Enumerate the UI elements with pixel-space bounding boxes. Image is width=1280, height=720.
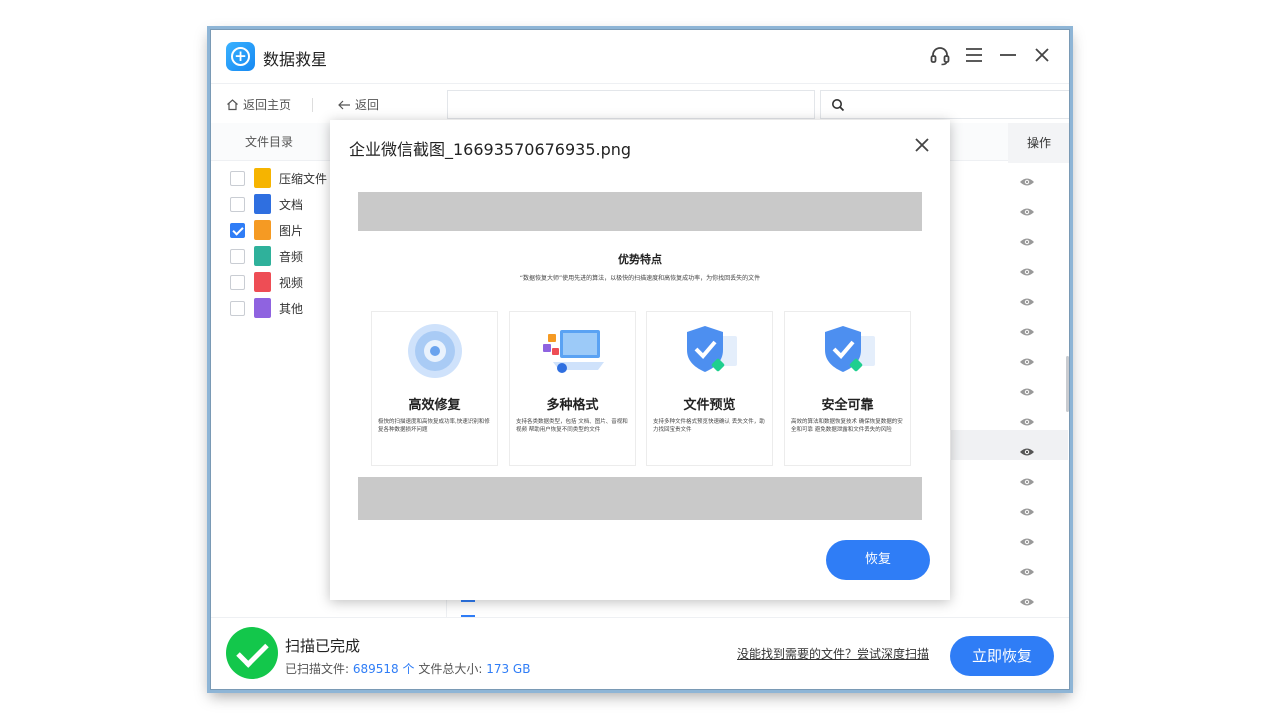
file-row-selected[interactable] xyxy=(951,430,1068,460)
eye-icon[interactable] xyxy=(1019,502,1035,516)
eye-icon[interactable] xyxy=(1019,532,1035,546)
scanned-count: 689518 个 xyxy=(352,662,415,676)
file-type-icon xyxy=(254,246,271,266)
file-type-icon xyxy=(254,194,271,214)
eye-icon[interactable] xyxy=(1019,472,1035,486)
feature-card: 高效修复 极快的扫描速度和高恢复成功率,快速识别和修复各种数据损坏问题 xyxy=(371,311,498,466)
category-checkbox[interactable] xyxy=(230,196,245,212)
eye-icon[interactable] xyxy=(1019,562,1035,576)
toolbar: 返回主页 返回 xyxy=(211,83,1069,123)
back-label: 返回 xyxy=(355,98,380,112)
eye-icon[interactable] xyxy=(1019,352,1035,366)
feature-card-desc: 极快的扫描速度和高恢复成功率,快速识别和修复各种数据损坏问题 xyxy=(378,419,490,433)
file-type-icon xyxy=(254,220,271,240)
shield-document-icon xyxy=(813,320,883,382)
eye-icon[interactable] xyxy=(1019,442,1035,456)
preview-subtitle: “数据恢复大师”使用先进的算法，以极快的扫描速度和高恢复成功率，为你找回丢失的文… xyxy=(519,275,761,282)
arrow-left-icon xyxy=(338,100,350,109)
search-input[interactable] xyxy=(820,90,1069,119)
category-checkbox[interactable] xyxy=(230,222,245,238)
path-field[interactable] xyxy=(447,90,815,119)
headset-icon[interactable] xyxy=(929,44,951,66)
back-button[interactable]: 返回 xyxy=(337,96,379,113)
feature-card-title: 安全可靠 xyxy=(821,398,874,413)
minimize-icon[interactable] xyxy=(997,44,1019,66)
scanned-label: 已扫描文件: xyxy=(285,662,350,676)
sidebar-item-label: 文档 xyxy=(279,197,304,212)
category-checkbox[interactable] xyxy=(230,170,245,186)
title-bar: 数据救星 xyxy=(211,30,1069,83)
eye-icon[interactable] xyxy=(1019,232,1035,246)
list-scrollbar[interactable] xyxy=(1066,356,1069,412)
preview-heading: 优势特点 xyxy=(618,253,662,266)
toolbar-divider xyxy=(312,98,313,112)
image-preview: 优势特点 “数据恢复大师”使用先进的算法，以极快的扫描速度和高恢复成功率，为你找… xyxy=(358,192,922,520)
feature-card: 安全可靠 高效的算法和数据恢复技术 确保恢复数据的安全和可靠 避免数据泄露和文件… xyxy=(784,311,911,466)
eye-icon[interactable] xyxy=(1019,172,1035,186)
check-circle-icon xyxy=(226,627,278,679)
home-icon xyxy=(227,99,238,111)
feature-card-desc: 支持多种文件格式预览快速确认 丢失文件，助力找回宝贵文件 xyxy=(653,419,765,433)
eye-icon[interactable] xyxy=(1019,292,1035,306)
scan-status-title: 扫描已完成 xyxy=(285,637,361,655)
back-home-button[interactable]: 返回主页 xyxy=(226,96,291,113)
preview-image-content: 优势特点 “数据恢复大师”使用先进的算法，以极快的扫描速度和高恢复成功率，为你找… xyxy=(358,231,922,477)
feature-card-desc: 高效的算法和数据恢复技术 确保恢复数据的安全和可靠 避免数据泄露和文件丢失的风险 xyxy=(791,419,903,433)
eye-icon[interactable] xyxy=(1019,202,1035,216)
feature-card: 多种格式 支持各类数据类型，包括 文档、图片、音视和视频 帮助用户恢复不同类型的… xyxy=(509,311,636,466)
eye-icon[interactable] xyxy=(1019,322,1035,336)
dialog-close-icon[interactable] xyxy=(912,135,932,155)
file-type-icon xyxy=(254,298,271,318)
recover-now-button[interactable]: 立即恢复 xyxy=(950,636,1054,676)
size-label: 文件总大小: xyxy=(418,662,483,676)
eye-icon[interactable] xyxy=(1019,592,1035,606)
status-bar: 扫描已完成 已扫描文件: 689518 个 文件总大小: 173 GB 没能找到… xyxy=(211,617,1069,689)
category-checkbox[interactable] xyxy=(230,300,245,316)
file-type-icon xyxy=(254,168,271,188)
app-title: 数据救星 xyxy=(263,50,328,69)
sidebar-item-label: 图片 xyxy=(279,223,304,238)
preview-dialog: 企业微信截图_16693570676935.png 优势特点 “数据恢复大师”使… xyxy=(330,120,950,600)
recover-button[interactable]: 恢复 xyxy=(826,540,930,580)
category-checkbox[interactable] xyxy=(230,248,245,264)
back-home-label: 返回主页 xyxy=(243,98,292,112)
disc-illustration-icon xyxy=(400,320,470,382)
feature-card-title: 多种格式 xyxy=(546,398,599,413)
scan-info: 已扫描文件: 689518 个 文件总大小: 173 GB xyxy=(285,660,530,677)
laptop-illustration-icon xyxy=(538,320,608,382)
shield-document-icon xyxy=(675,320,745,382)
close-icon[interactable] xyxy=(1031,44,1053,66)
size-value: 173 GB xyxy=(486,662,531,676)
feature-card-title: 高效修复 xyxy=(408,398,461,413)
dialog-title: 企业微信截图_16693570676935.png xyxy=(349,140,632,159)
app-logo-icon xyxy=(226,42,255,71)
menu-icon[interactable] xyxy=(963,44,985,66)
eye-icon[interactable] xyxy=(1019,412,1035,426)
feature-card-desc: 支持各类数据类型，包括 文档、图片、音视和视频 帮助用户恢复不同类型的文件 xyxy=(516,419,628,433)
eye-icon[interactable] xyxy=(1019,262,1035,276)
sidebar-item-label: 视频 xyxy=(279,275,304,290)
feature-card: 文件预览 支持多种文件格式预览快速确认 丢失文件，助力找回宝贵文件 xyxy=(646,311,773,466)
deep-scan-link[interactable]: 没能找到需要的文件？尝试深度扫描 xyxy=(737,645,929,662)
operation-column-header: 操作 xyxy=(1008,123,1069,163)
feature-card-title: 文件预览 xyxy=(683,398,736,413)
category-checkbox[interactable] xyxy=(230,274,245,290)
sidebar-item-label: 压缩文件 xyxy=(279,171,328,186)
row-checkbox[interactable] xyxy=(461,600,475,602)
eye-icon[interactable] xyxy=(1019,382,1035,396)
sidebar-item-label: 其他 xyxy=(279,301,304,316)
file-type-icon xyxy=(254,272,271,292)
sidebar-item-label: 音频 xyxy=(279,249,304,264)
search-icon xyxy=(832,99,845,112)
